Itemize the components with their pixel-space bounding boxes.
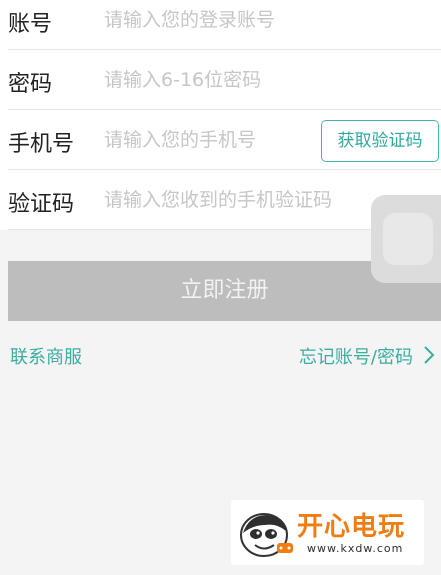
code-label: 验证码	[8, 192, 75, 217]
registration-form: 账号 密码 手机号 获取验证码 验证码	[0, 0, 441, 230]
forgot-account-password-link[interactable]: 忘记账号/密码	[299, 343, 413, 369]
chevron-right-icon[interactable]	[421, 345, 437, 365]
verification-code-input[interactable]	[104, 186, 404, 214]
account-label: 账号	[8, 12, 53, 37]
watermark-url: www.kxdw.com	[307, 542, 404, 555]
phone-row: 手机号 获取验证码	[8, 111, 441, 170]
password-input[interactable]	[104, 66, 404, 94]
password-label: 密码	[8, 72, 53, 97]
watermark: 开心电玩 www.kxdw.com	[231, 500, 424, 565]
contact-service-link[interactable]: 联系商服	[10, 343, 82, 369]
mascot-logo-icon	[240, 513, 293, 557]
assistive-touch-button[interactable]	[371, 195, 441, 283]
phone-label: 手机号	[8, 132, 75, 157]
phone-input[interactable]	[104, 126, 314, 154]
get-verification-code-button[interactable]: 获取验证码	[321, 120, 439, 162]
watermark-title: 开心电玩	[297, 512, 406, 542]
account-input[interactable]	[104, 6, 404, 34]
assistive-touch-icon	[383, 213, 433, 265]
account-row: 账号	[8, 0, 441, 50]
password-row: 密码	[8, 51, 441, 110]
